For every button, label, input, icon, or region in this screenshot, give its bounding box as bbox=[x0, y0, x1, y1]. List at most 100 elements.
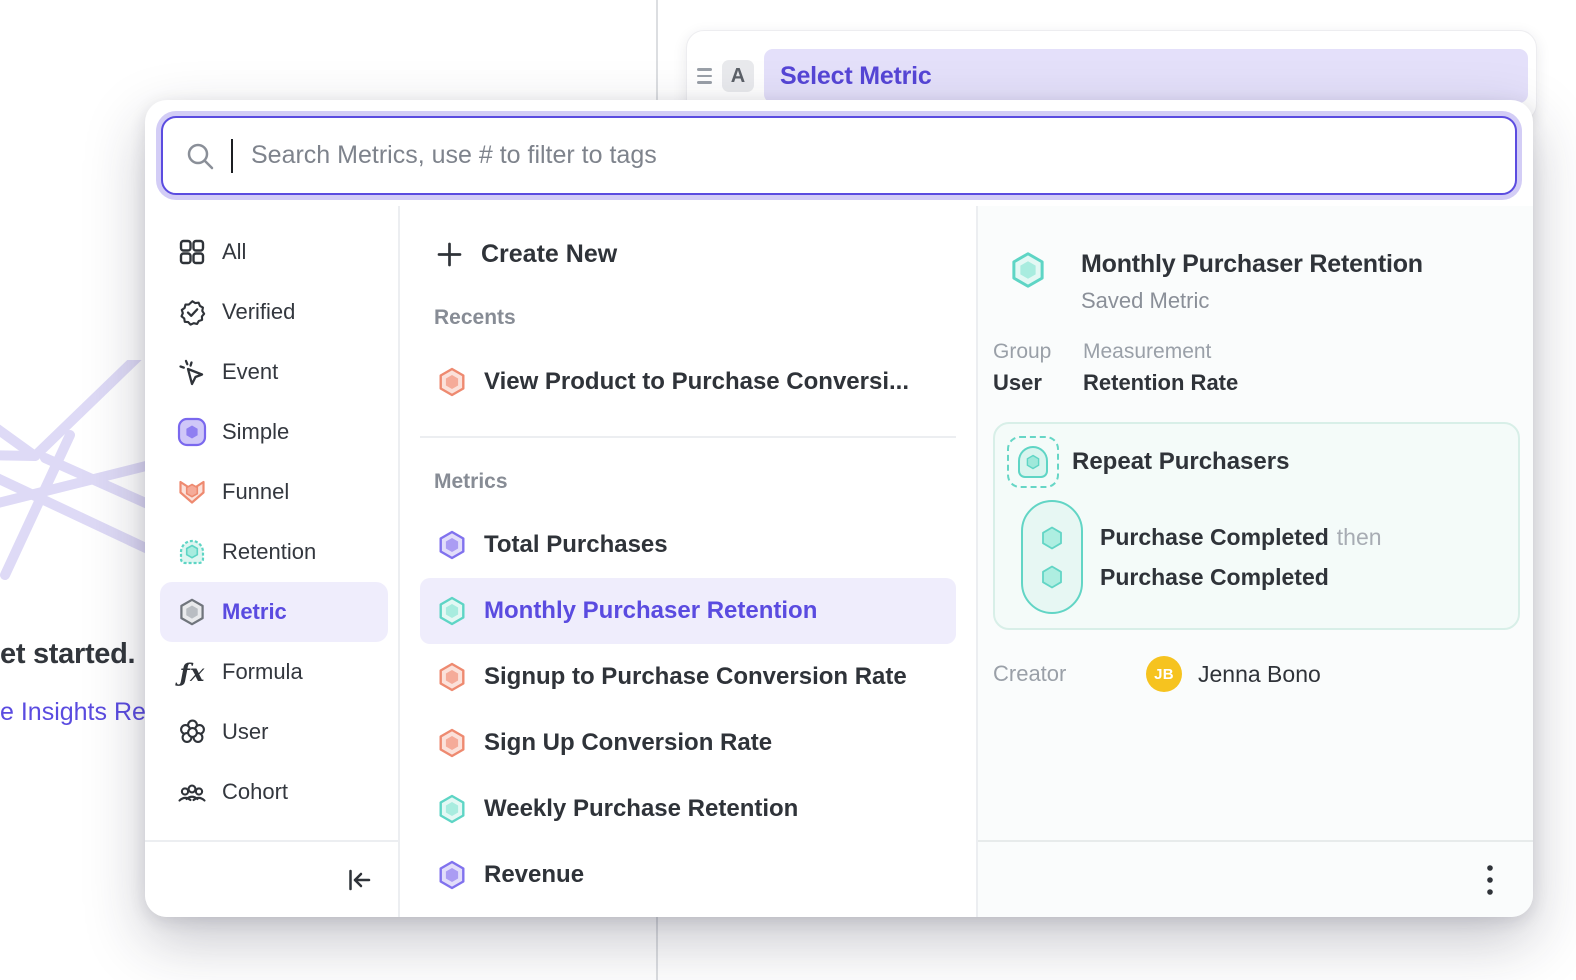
event-sequence-pill bbox=[1021, 500, 1083, 614]
sidebar-item-label: Retention bbox=[222, 539, 316, 565]
hexagon-orange-icon bbox=[436, 366, 468, 398]
search-box[interactable] bbox=[161, 116, 1517, 195]
hexagon-purple-icon bbox=[436, 529, 468, 561]
formula-fx-icon: ƒx bbox=[177, 657, 207, 687]
metric-item[interactable]: Total Purchases bbox=[420, 512, 956, 578]
sidebar-item-funnel[interactable]: Funnel bbox=[160, 462, 388, 522]
measurement-label: Measurement bbox=[1083, 340, 1238, 364]
recent-item[interactable]: View Product to Purchase Conversi... bbox=[420, 350, 956, 414]
sidebar-item-label: User bbox=[222, 719, 268, 745]
sidebar-footer bbox=[145, 840, 398, 917]
definition-card: Repeat Purchasers Purchase Completedthen… bbox=[993, 422, 1520, 630]
hexagon-teal-icon bbox=[1008, 250, 1048, 290]
metric-item-selected[interactable]: Monthly Purchaser Retention bbox=[420, 578, 956, 644]
sidebar-item-label: Verified bbox=[222, 299, 295, 325]
filter-sidebar: All Verified bbox=[145, 206, 400, 917]
collapse-sidebar-icon[interactable] bbox=[346, 867, 372, 893]
creator-name: Jenna Bono bbox=[1198, 661, 1321, 688]
funnel-hexagon-icon bbox=[177, 477, 207, 507]
simple-hexagon-icon bbox=[177, 417, 207, 447]
detail-subtitle: Saved Metric bbox=[1081, 288, 1423, 314]
sidebar-item-verified[interactable]: Verified bbox=[160, 282, 388, 342]
metric-hexagon-icon bbox=[177, 597, 207, 627]
metric-item-label: Monthly Purchaser Retention bbox=[484, 597, 817, 625]
sidebar-item-label: Event bbox=[222, 359, 278, 385]
grid-icon bbox=[177, 237, 207, 267]
hexagon-teal-icon bbox=[436, 595, 468, 627]
metric-item[interactable]: Sign Up Conversion Rate bbox=[420, 710, 956, 776]
metric-picker-modal: All Verified bbox=[145, 100, 1533, 917]
definition-step-1: Purchase Completedthen bbox=[1100, 524, 1382, 551]
screen: et started. e Insights Re A Select Metri… bbox=[0, 0, 1576, 980]
sidebar-item-event[interactable]: Event bbox=[160, 342, 388, 402]
then-connector: then bbox=[1337, 524, 1382, 550]
metrics-header: Metrics bbox=[420, 470, 956, 494]
creator-label: Creator bbox=[993, 661, 1146, 687]
background-report-link-fragment[interactable]: e Insights Re bbox=[0, 698, 146, 727]
sidebar-item-label: Formula bbox=[222, 659, 303, 685]
background-headline-fragment: et started. bbox=[0, 638, 135, 671]
sidebar-item-cohort[interactable]: Cohort bbox=[160, 762, 388, 822]
metric-item-label: Sign Up Conversion Rate bbox=[484, 729, 772, 757]
hexagon-orange-icon bbox=[436, 727, 468, 759]
cohort-people-icon bbox=[177, 777, 207, 807]
sidebar-item-label: All bbox=[222, 239, 246, 265]
sidebar-item-metric[interactable]: Metric bbox=[160, 582, 388, 642]
sidebar-item-label: Metric bbox=[222, 599, 287, 625]
metric-item-label: Revenue bbox=[484, 861, 584, 889]
sidebar-item-label: Funnel bbox=[222, 479, 289, 505]
hexagon-teal-icon bbox=[436, 793, 468, 825]
background-line-art bbox=[0, 360, 150, 590]
sidebar-item-label: Cohort bbox=[222, 779, 288, 805]
recents-header: Recents bbox=[420, 306, 956, 330]
sidebar-item-all[interactable]: All bbox=[160, 222, 388, 282]
definition-step-2: Purchase Completed bbox=[1100, 564, 1382, 591]
retention-definition-icon bbox=[1007, 436, 1059, 488]
hexagon-orange-icon bbox=[436, 661, 468, 693]
verified-badge-icon bbox=[177, 297, 207, 327]
modal-columns: All Verified bbox=[145, 206, 1533, 917]
sidebar-item-formula[interactable]: ƒx Formula bbox=[160, 642, 388, 702]
cursor-sparkle-icon bbox=[177, 357, 207, 387]
create-new-button[interactable]: Create New bbox=[420, 228, 956, 280]
search-focus-ring bbox=[156, 111, 1522, 200]
search-icon bbox=[185, 141, 215, 171]
detail-title: Monthly Purchaser Retention bbox=[1081, 250, 1423, 279]
metric-item[interactable]: Weekly Purchase Retention bbox=[420, 776, 956, 842]
retention-arch-icon bbox=[177, 537, 207, 567]
more-options-icon[interactable] bbox=[1485, 863, 1495, 897]
metric-list-panel: Create New Recents View Product to Purch… bbox=[400, 206, 978, 917]
event-hexagon-icon bbox=[1039, 525, 1065, 551]
detail-footer bbox=[978, 840, 1533, 917]
metric-item-label: Signup to Purchase Conversion Rate bbox=[484, 663, 907, 691]
list-divider bbox=[420, 436, 956, 438]
metric-item[interactable]: Signup to Purchase Conversion Rate bbox=[420, 644, 956, 710]
measurement-value: Retention Rate bbox=[1083, 370, 1238, 396]
drag-handle-icon[interactable] bbox=[697, 68, 712, 84]
metric-item-label: Total Purchases bbox=[484, 531, 668, 559]
creator-row: Creator JB Jenna Bono bbox=[993, 656, 1533, 692]
metric-detail-panel: Monthly Purchaser Retention Saved Metric… bbox=[978, 206, 1533, 917]
recent-item-label: View Product to Purchase Conversi... bbox=[484, 368, 909, 396]
user-cluster-icon bbox=[177, 717, 207, 747]
detail-meta: Group User Measurement Retention Rate bbox=[993, 340, 1533, 396]
metric-item-label: Weekly Purchase Retention bbox=[484, 795, 798, 823]
series-a-badge: A bbox=[722, 60, 754, 92]
sidebar-item-simple[interactable]: Simple bbox=[160, 402, 388, 462]
plus-icon bbox=[436, 241, 463, 268]
sidebar-item-user[interactable]: User bbox=[160, 702, 388, 762]
search-input[interactable] bbox=[251, 141, 1493, 170]
group-value: User bbox=[993, 370, 1083, 396]
creator-avatar: JB bbox=[1146, 656, 1182, 692]
definition-name: Repeat Purchasers bbox=[1072, 448, 1289, 476]
metric-item[interactable]: Revenue bbox=[420, 842, 956, 908]
hexagon-purple-icon bbox=[436, 859, 468, 891]
text-caret bbox=[231, 139, 233, 173]
detail-header: Monthly Purchaser Retention Saved Metric bbox=[1008, 250, 1517, 314]
event-hexagon-icon bbox=[1039, 564, 1065, 590]
create-new-label: Create New bbox=[481, 240, 617, 269]
group-label: Group bbox=[993, 340, 1083, 364]
sidebar-item-retention[interactable]: Retention bbox=[160, 522, 388, 582]
sidebar-item-label: Simple bbox=[222, 419, 289, 445]
select-metric-button[interactable]: Select Metric bbox=[764, 49, 1528, 103]
